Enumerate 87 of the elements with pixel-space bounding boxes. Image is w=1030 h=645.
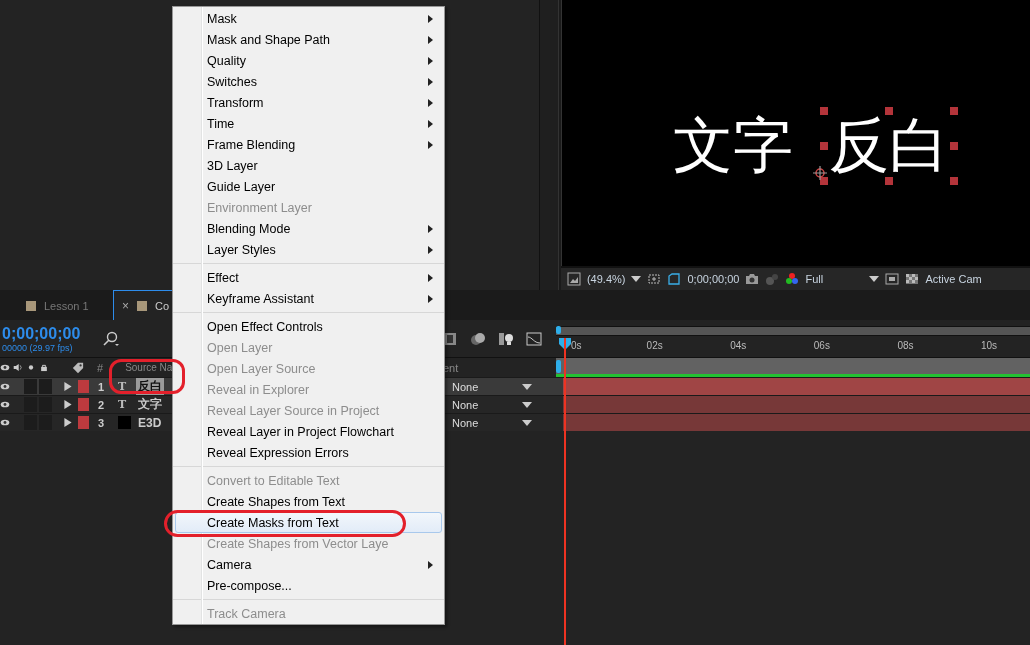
label-color[interactable] bbox=[78, 416, 89, 429]
composition-text: 反白 bbox=[828, 116, 949, 176]
menu-item[interactable]: Switches bbox=[175, 71, 442, 92]
region-of-interest-icon[interactable] bbox=[885, 272, 900, 286]
caret-icon[interactable] bbox=[522, 401, 532, 408]
menu-item[interactable]: Mask bbox=[175, 8, 442, 29]
transparency-grid-icon[interactable] bbox=[905, 272, 920, 286]
menu-item[interactable]: Quality bbox=[175, 50, 442, 71]
column-header[interactable]: Source Na bbox=[125, 362, 173, 373]
resize-handle[interactable] bbox=[819, 107, 828, 115]
current-time[interactable]: 0;00;00;00 bbox=[2, 324, 98, 343]
layer-name[interactable]: 文字 bbox=[136, 396, 164, 413]
layer-number: 1 bbox=[98, 380, 106, 393]
menu-item[interactable]: Create Shapes from Text bbox=[175, 491, 442, 512]
eye-icon[interactable] bbox=[0, 418, 10, 427]
ruler-label: 02s bbox=[646, 340, 663, 351]
resize-handle[interactable] bbox=[884, 177, 893, 185]
resize-handle[interactable] bbox=[819, 142, 828, 150]
image-icon[interactable] bbox=[566, 272, 581, 286]
current-time[interactable]: 0;00;00;00 bbox=[687, 273, 740, 285]
ruler-label: 08s bbox=[897, 340, 914, 351]
menu-item[interactable]: Create Masks from Text bbox=[175, 512, 442, 533]
region-icon[interactable] bbox=[647, 272, 662, 286]
graph-editor-icon[interactable] bbox=[526, 330, 542, 347]
caret-icon[interactable] bbox=[522, 419, 532, 426]
caret-icon[interactable] bbox=[631, 276, 642, 282]
motion-blur-icon[interactable] bbox=[470, 330, 486, 347]
layer-number: 2 bbox=[98, 398, 106, 411]
resize-handle[interactable] bbox=[819, 177, 828, 185]
camera-icon[interactable] bbox=[745, 272, 760, 286]
menu-item[interactable]: Mask and Shape Path bbox=[175, 29, 442, 50]
layer-number: 3 bbox=[98, 416, 106, 429]
parent-dropdown[interactable]: None bbox=[440, 416, 538, 429]
composition-text: 文字 bbox=[672, 116, 793, 176]
menu-item[interactable]: Guide Layer bbox=[175, 176, 442, 197]
ruler-label: 0s bbox=[571, 340, 582, 351]
parent-dropdown[interactable]: None bbox=[440, 398, 538, 411]
menu-item[interactable]: Effect bbox=[175, 267, 442, 288]
resize-handle[interactable] bbox=[949, 142, 958, 150]
text-layer-icon: T bbox=[118, 380, 132, 393]
eye-icon[interactable] bbox=[0, 363, 10, 372]
menu-item[interactable]: Reveal Expression Errors bbox=[175, 442, 442, 463]
ruler-label: 04s bbox=[730, 340, 747, 351]
label-color[interactable] bbox=[78, 398, 89, 411]
menu-item[interactable]: Camera bbox=[175, 554, 442, 575]
layer-name[interactable]: E3D bbox=[136, 415, 164, 430]
parent-dropdown[interactable]: None bbox=[440, 380, 538, 393]
light-bulb-icon[interactable] bbox=[498, 330, 514, 347]
eye-icon[interactable] bbox=[0, 382, 10, 391]
zoom-level[interactable]: (49.4%) bbox=[586, 273, 626, 285]
menu-item[interactable]: Blending Mode bbox=[175, 218, 442, 239]
lock-icon[interactable] bbox=[39, 363, 49, 372]
ruler-label: 06s bbox=[813, 340, 830, 351]
color-channels-icon[interactable] bbox=[785, 272, 800, 286]
camera-view-dropdown[interactable]: Active Cam bbox=[925, 273, 982, 285]
resize-handle[interactable] bbox=[949, 107, 958, 115]
switch-box[interactable] bbox=[39, 379, 52, 394]
menu-item[interactable]: Reveal Layer in Project Flowchart bbox=[175, 421, 442, 442]
menu-item[interactable]: Time bbox=[175, 113, 442, 134]
menu-item[interactable]: Layer Styles bbox=[175, 239, 442, 260]
solo-icon[interactable] bbox=[26, 363, 36, 372]
resize-handle[interactable] bbox=[884, 107, 893, 115]
menu-item[interactable]: 3D Layer bbox=[175, 155, 442, 176]
solid-swatch bbox=[118, 416, 131, 429]
search-icon[interactable] bbox=[102, 330, 120, 347]
text-layer-icon: T bbox=[118, 398, 132, 411]
speaker-icon[interactable] bbox=[13, 363, 23, 372]
column-header[interactable]: # bbox=[97, 361, 104, 374]
menu-item[interactable]: Frame Blending bbox=[175, 134, 442, 155]
ruler-label: 10s bbox=[981, 340, 998, 351]
timeline-tab[interactable]: Lesson 1 bbox=[0, 290, 113, 320]
resolution-dropdown[interactable]: Full bbox=[805, 273, 864, 285]
scrollbar[interactable] bbox=[538, 0, 559, 290]
menu-item[interactable]: Transform bbox=[175, 92, 442, 113]
caret-icon[interactable] bbox=[869, 276, 880, 282]
frame-count: 00000 (29.97 fps) bbox=[2, 342, 74, 353]
label-icon[interactable] bbox=[72, 361, 84, 374]
menu-item[interactable]: Keyframe Assistant bbox=[175, 288, 442, 309]
resize-handle[interactable] bbox=[949, 177, 958, 185]
switch-box[interactable] bbox=[24, 379, 37, 394]
playhead[interactable] bbox=[559, 338, 571, 645]
label-color[interactable] bbox=[78, 380, 89, 393]
caret-icon[interactable] bbox=[522, 383, 532, 390]
anchor-point-icon[interactable] bbox=[812, 166, 827, 180]
menu-item[interactable]: Pre-compose... bbox=[175, 575, 442, 596]
eye-icon[interactable] bbox=[0, 400, 10, 409]
menu-item[interactable]: Open Effect Controls bbox=[175, 316, 442, 337]
